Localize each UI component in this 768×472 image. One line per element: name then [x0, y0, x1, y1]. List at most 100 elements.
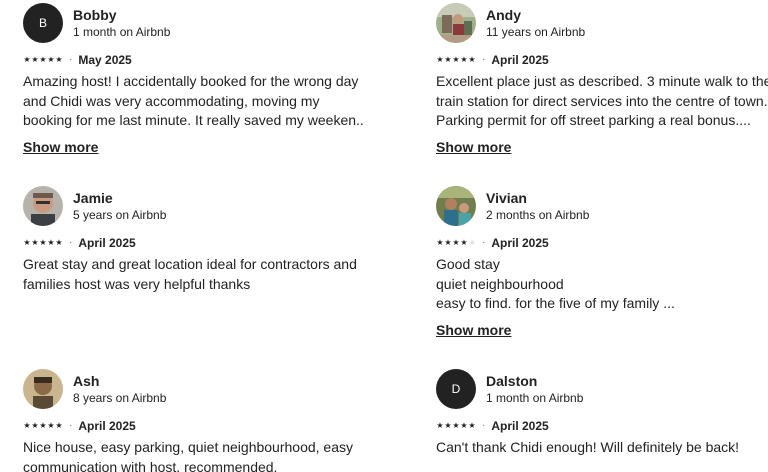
- review-text-line: families host was very helpful thanks: [23, 275, 251, 292]
- show-more-link[interactable]: Show more: [436, 138, 511, 156]
- review-meta: ★ ★ ★ ★ ★ · April 2025: [436, 235, 768, 251]
- separator-dot: ·: [482, 54, 486, 65]
- reviewer-name: Ash: [73, 373, 100, 389]
- review-text-line: Can't thank Chidi enough! Will definitel…: [436, 439, 740, 455]
- reviewer-avatar[interactable]: [436, 186, 476, 226]
- star-icon: ★: [468, 55, 476, 64]
- review-card: Vivian 2 months on Airbnb ★ ★ ★ ★ ★ · April …: [436, 186, 768, 340]
- show-more-link[interactable]: Show more: [23, 138, 98, 156]
- review-text-line: communication with host, recommended.: [23, 458, 278, 472]
- review-text-line: Nice house, easy parking, quiet neighbou…: [23, 439, 353, 455]
- reviewer-avatar[interactable]: [436, 3, 476, 43]
- reviewer-tenure: 5 years on Airbnb: [73, 208, 167, 222]
- separator-dot: ·: [482, 237, 486, 248]
- reviewer-tenure: 11 years on Airbnb: [486, 25, 586, 39]
- review-date: May 2025: [78, 53, 132, 67]
- photo-avatar-icon: [23, 186, 63, 226]
- star-icon: ★: [460, 421, 468, 430]
- review-text-line: Great stay and great location ideal for …: [23, 256, 357, 272]
- separator-dot: ·: [482, 420, 486, 431]
- review-text: Can't thank Chidi enough! Will definitel…: [436, 438, 768, 458]
- star-rating: ★ ★ ★ ★ ★: [436, 418, 476, 434]
- review-meta: ★ ★ ★ ★ ★ · April 2025: [436, 418, 768, 434]
- review-card: D Dalston 1 month on Airbnb ★ ★ ★ ★ ★ · Apri…: [436, 369, 768, 458]
- reviewer-avatar[interactable]: [23, 369, 63, 409]
- review-card: Jamie 5 years on Airbnb ★ ★ ★ ★ ★ · April 20…: [23, 186, 363, 294]
- photo-avatar-icon: [23, 369, 63, 409]
- star-icon: ★: [436, 238, 444, 247]
- star-icon: ★: [468, 238, 476, 247]
- star-icon: ★: [39, 421, 47, 430]
- review-card: Ash 8 years on Airbnb ★ ★ ★ ★ ★ · April 2025…: [23, 369, 363, 472]
- reviewer-tenure: 1 month on Airbnb: [486, 391, 584, 405]
- reviewer-tenure: 2 months on Airbnb: [486, 208, 590, 222]
- review-text-line: easy to find. for the five of my family …: [436, 295, 675, 311]
- review-text-line: train station for direct services into t…: [436, 92, 768, 109]
- review-text-line: Good stay: [436, 256, 500, 272]
- reviewer-tenure: 1 month on Airbnb: [73, 25, 171, 39]
- avatar-initial: D: [451, 382, 461, 396]
- review-date: April 2025: [491, 53, 549, 67]
- star-icon: ★: [444, 55, 452, 64]
- reviewer-avatar[interactable]: [23, 186, 63, 226]
- separator-dot: ·: [69, 420, 73, 431]
- star-icon: ★: [31, 421, 39, 430]
- star-icon: ★: [23, 55, 31, 64]
- separator-dot: ·: [69, 237, 73, 248]
- reviewer-avatar[interactable]: D: [436, 369, 476, 409]
- star-icon: ★: [460, 55, 468, 64]
- reviewer-name: Bobby: [73, 7, 117, 23]
- star-icon: ★: [55, 421, 63, 430]
- review-text: Excellent place just as described. 3 min…: [436, 72, 768, 131]
- star-rating: ★ ★ ★ ★ ★: [23, 418, 63, 434]
- photo-avatar-icon: [436, 186, 476, 226]
- review-text: Good stay quiet neighbourhood easy to fi…: [436, 255, 768, 314]
- star-icon: ★: [31, 55, 39, 64]
- review-text-line: and Chidi was very accommodating, moving…: [23, 92, 320, 109]
- review-meta: ★ ★ ★ ★ ★ · April 2025: [23, 235, 363, 251]
- star-icon: ★: [47, 55, 55, 64]
- star-icon: ★: [31, 238, 39, 247]
- review-meta: ★ ★ ★ ★ ★ · May 2025: [23, 52, 363, 68]
- review-card: Andy 11 years on Airbnb ★ ★ ★ ★ ★ · April 20…: [436, 3, 768, 157]
- review-date: April 2025: [491, 236, 549, 250]
- reviewer-name: Dalston: [486, 373, 538, 389]
- star-icon: ★: [55, 55, 63, 64]
- review-text-line: booking for me last minute. It really sa…: [23, 112, 363, 128]
- separator-dot: ·: [69, 54, 73, 65]
- reviewer-name: Vivian: [486, 190, 527, 206]
- photo-avatar-icon: [436, 3, 476, 43]
- reviewer-tenure: 8 years on Airbnb: [73, 391, 167, 405]
- star-icon: ★: [452, 55, 460, 64]
- star-icon: ★: [436, 421, 444, 430]
- reviewer-name: Jamie: [73, 190, 113, 206]
- review-card: B Bobby 1 month on Airbnb ★ ★ ★ ★ ★ · May 20…: [23, 3, 363, 157]
- star-icon: ★: [444, 421, 452, 430]
- star-icon: ★: [460, 238, 468, 247]
- star-icon: ★: [39, 55, 47, 64]
- star-icon: ★: [452, 238, 460, 247]
- review-date: April 2025: [78, 236, 136, 250]
- star-icon: ★: [47, 421, 55, 430]
- show-more-link[interactable]: Show more: [436, 321, 511, 339]
- star-icon: ★: [444, 238, 452, 247]
- star-icon: ★: [47, 238, 55, 247]
- review-text: Great stay and great location ideal for …: [23, 255, 363, 294]
- star-icon: ★: [55, 238, 63, 247]
- star-icon: ★: [468, 421, 476, 430]
- review-meta: ★ ★ ★ ★ ★ · April 2025: [436, 52, 768, 68]
- review-text-line: Parking permit for off street parking a …: [436, 112, 751, 128]
- reviewer-name: Andy: [486, 7, 521, 23]
- reviewer-avatar[interactable]: B: [23, 3, 63, 43]
- review-text-line: quiet neighbourhood: [436, 275, 564, 292]
- review-text-line: Amazing host! I accidentally booked for …: [23, 73, 359, 89]
- star-rating: ★ ★ ★ ★ ★: [436, 235, 476, 251]
- star-icon: ★: [39, 238, 47, 247]
- star-rating: ★ ★ ★ ★ ★: [23, 52, 63, 68]
- review-date: April 2025: [491, 419, 549, 433]
- review-text: Nice house, easy parking, quiet neighbou…: [23, 438, 363, 472]
- star-rating: ★ ★ ★ ★ ★: [436, 52, 476, 68]
- star-icon: ★: [23, 238, 31, 247]
- review-text-line: Excellent place just as described. 3 min…: [436, 73, 768, 89]
- review-meta: ★ ★ ★ ★ ★ · April 2025: [23, 418, 363, 434]
